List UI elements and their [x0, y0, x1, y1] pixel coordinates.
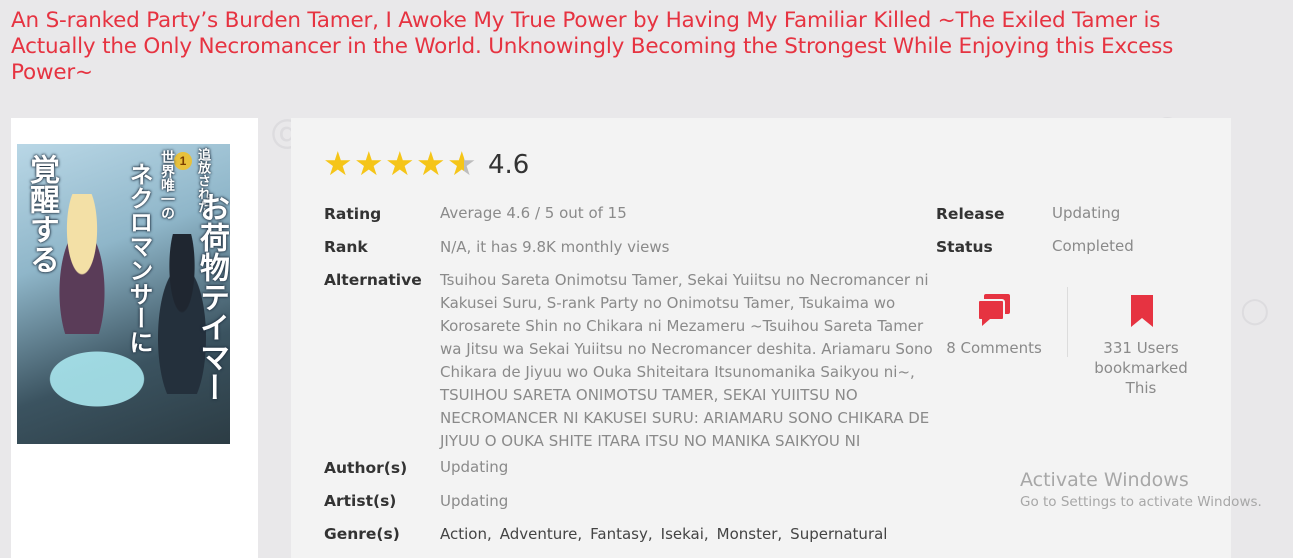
activate-windows-title: Activate Windows	[1020, 469, 1189, 491]
genre-link-monster[interactable]: Monster	[717, 525, 778, 543]
bookmark-text-line: This	[1125, 379, 1157, 397]
comments-button[interactable]: 8 Comments	[940, 290, 1048, 362]
rating-label: Rating	[324, 205, 382, 223]
rank-value: N/A, it has 9.8K monthly views	[440, 238, 670, 256]
stats-divider	[1067, 287, 1068, 357]
comments-count: 8 Comments	[946, 339, 1042, 357]
author-value[interactable]: Updating	[440, 458, 508, 476]
status-label: Status	[936, 238, 993, 256]
activate-windows-subtitle: Go to Settings to activate Windows.	[1020, 494, 1262, 510]
genre-link-adventure[interactable]: Adventure	[500, 525, 578, 543]
half-star-icon: ★	[447, 144, 477, 183]
star-rating[interactable]: ★ ★ ★ ★ ★	[323, 146, 478, 182]
artist-label: Artist(s)	[324, 492, 397, 510]
genre-link-action[interactable]: Action	[440, 525, 487, 543]
genre-link-fantasy[interactable]: Fantasy	[590, 525, 648, 543]
rating-value: Average 4.6 / 5 out of 15	[440, 204, 627, 222]
star-icon: ★	[323, 144, 353, 183]
star-icon: ★	[385, 144, 415, 183]
star-icon: ★	[354, 144, 384, 183]
cover-title-text: ネクロマンサーに	[125, 162, 153, 354]
rating-score: 4.6	[488, 150, 530, 180]
genre-label: Genre(s)	[324, 525, 400, 543]
star-icon: ★	[416, 144, 446, 183]
status-value: Completed	[1052, 237, 1134, 255]
rank-label: Rank	[324, 238, 368, 256]
background-circle-icon: ○	[1240, 290, 1270, 330]
genre-list: Action, Adventure, Fantasy, Isekai, Mons…	[440, 525, 888, 543]
cover-title-text: 覚醒する	[24, 154, 59, 274]
bookmark-icon	[1131, 295, 1153, 327]
author-label: Author(s)	[324, 459, 408, 477]
release-value: Updating	[1052, 204, 1121, 222]
artist-value[interactable]: Updating	[440, 492, 508, 510]
alternative-label: Alternative	[324, 271, 422, 289]
bookmark-button[interactable]: 331 Users bookmarked This	[1086, 292, 1196, 402]
cover-title-text: お荷物テイマー	[194, 192, 229, 402]
bookmark-count: 331 Users bookmarked This	[1086, 338, 1196, 398]
release-label: Release	[936, 205, 1005, 223]
bookmark-text-line: 331 Users	[1103, 339, 1179, 357]
genre-link-supernatural[interactable]: Supernatural	[790, 525, 887, 543]
alternative-value: Tsuihou Sareta Onimotsu Tamer, Sekai Yui…	[440, 271, 933, 450]
page-title: An S-ranked Party’s Burden Tamer, I Awok…	[11, 8, 1174, 85]
bookmark-text-line: bookmarked	[1094, 359, 1188, 377]
cover-title-text: 世界唯一の	[159, 150, 175, 220]
genre-link-isekai[interactable]: Isekai	[661, 525, 704, 543]
comments-icon	[977, 294, 1010, 326]
cover-image[interactable]: 1 追放された 世界唯一の お荷物テイマー ネクロマンサーに 覚醒する	[17, 144, 230, 444]
